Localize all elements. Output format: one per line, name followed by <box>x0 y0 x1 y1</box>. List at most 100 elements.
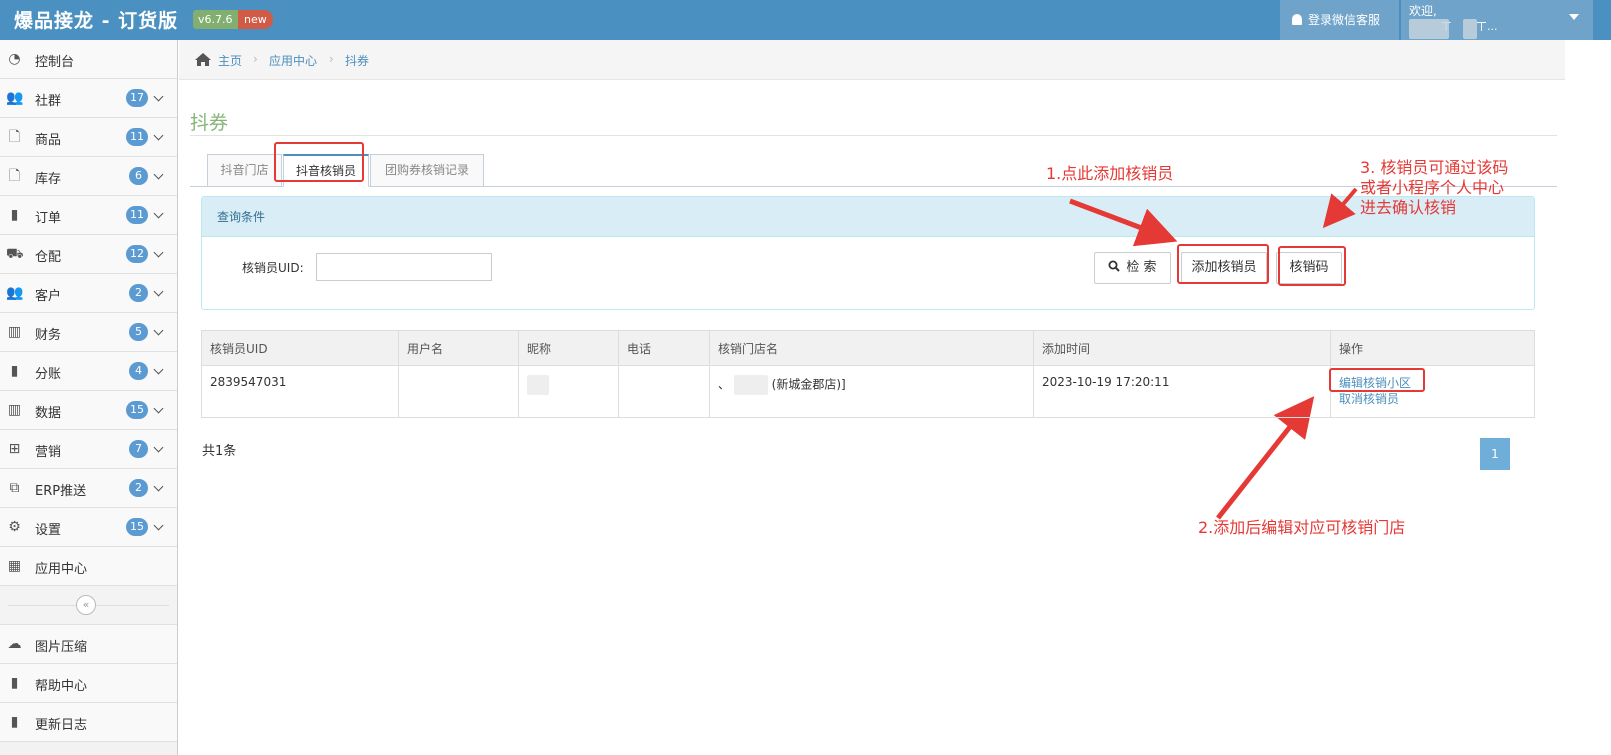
sidebar-item-label: 商品 <box>35 133 62 148</box>
table-header-row: 核销员UID 用户名 昵称 电话 核销门店名 添加时间 操作 <box>201 330 1535 366</box>
sidebar-item-label: 社群 <box>35 94 62 109</box>
sidebar-count-badge: 11 <box>126 206 148 224</box>
book-icon: ▮ <box>10 675 19 691</box>
users-icon: 👥 <box>6 285 24 301</box>
sidebar-item-label: 图片压缩 <box>35 640 88 655</box>
chevron-down-icon <box>153 364 164 375</box>
chevron-down-icon <box>153 169 164 180</box>
sidebar-count-badge: 2 <box>129 284 148 302</box>
sidebar-count-badge: 6 <box>129 167 148 185</box>
sidebar-item-label: 营销 <box>35 445 62 460</box>
gift-icon: ⊞ <box>8 441 21 457</box>
sidebar-item[interactable]: ▮ 更新日志 <box>0 703 177 742</box>
sidebar-item-label: 客户 <box>35 289 62 304</box>
annotation-step3-line2: 或者小程序个人中心 <box>1360 178 1505 197</box>
annotation-box-edit <box>1329 368 1425 392</box>
sidebar-item[interactable]: ⧉ ERP推送 2 <box>0 469 177 508</box>
chevron-down-icon <box>153 442 164 453</box>
bar-chart-icon: ▥ <box>7 402 22 418</box>
sidebar-collapse-row: « <box>0 586 177 625</box>
search-icon <box>1108 260 1121 272</box>
sidebar-item[interactable]: 🗋 商品 11 <box>0 118 177 157</box>
tab-douyin-store[interactable]: 抖音门店 <box>207 154 282 187</box>
sidebar-item[interactable]: ☁ 图片压缩 <box>0 625 177 664</box>
col-uid: 核销员UID <box>201 330 399 366</box>
sidebar-item[interactable]: ▮ 订单 11 <box>0 196 177 235</box>
sidebar-item[interactable]: ▥ 财务 5 <box>0 313 177 352</box>
sidebar-item[interactable]: 👥 客户 2 <box>0 274 177 313</box>
file-icon: 🗋 <box>8 129 21 145</box>
pagination-page[interactable]: 1 <box>1480 438 1510 470</box>
sidebar-item-label: 更新日志 <box>35 718 88 733</box>
tab-coupon-records[interactable]: 团购券核销记录 <box>370 154 484 187</box>
sidebar-item[interactable]: ⛟ 仓配 12 <box>0 235 177 274</box>
sidebar-item[interactable]: ◔ 控制台 <box>0 40 177 79</box>
book-icon: ▮ <box>10 714 19 730</box>
col-actions: 操作 <box>1330 330 1535 366</box>
chevron-down-icon <box>153 247 164 258</box>
chevron-down-icon <box>1569 14 1579 20</box>
welcome-text: 欢迎, <box>1409 4 1437 18</box>
book-icon: ▮ <box>10 363 19 379</box>
col-phone: 电话 <box>618 330 710 366</box>
sidebar-item[interactable]: ▦ 应用中心 <box>0 547 177 586</box>
gears-icon: ⚙ <box>8 519 21 535</box>
dashboard-icon: ◔ <box>8 51 21 67</box>
sidebar-item[interactable]: 🗋 库存 6 <box>0 157 177 196</box>
copy-icon: ⧉ <box>9 480 20 496</box>
annotation-step3-line3: 进去确认核销 <box>1360 198 1457 217</box>
annotation-step1: 1.点此添加核销员 <box>1046 164 1174 183</box>
page-scrollbar-area <box>1565 40 1611 755</box>
sidebar-item-label: 分账 <box>35 367 62 382</box>
chevron-down-icon <box>153 91 164 102</box>
breadcrumb-separator: › <box>329 52 334 66</box>
sidebar-count-badge: 15 <box>126 401 148 419</box>
uid-label: 核销员UID: <box>242 261 304 275</box>
username-blur <box>1409 19 1449 39</box>
sidebar-item[interactable]: ▮ 分账 4 <box>0 352 177 391</box>
chevron-down-icon <box>153 130 164 141</box>
sidebar-item-label: 帮助中心 <box>35 679 88 694</box>
chevron-down-icon <box>153 481 164 492</box>
collapse-sidebar-button[interactable]: « <box>76 595 96 615</box>
cell-nickname <box>518 365 619 418</box>
annotation-step2: 2.添加后编辑对应可核销门店 <box>1198 518 1406 537</box>
user-menu[interactable]: 欢迎, ㄒ ㄒ... <box>1401 0 1593 40</box>
sidebar-item-label: 库存 <box>35 172 62 187</box>
home-icon <box>195 53 211 66</box>
col-username: 用户名 <box>398 330 519 366</box>
sidebar-item-label: 应用中心 <box>35 562 88 577</box>
total-count: 共1条 <box>202 444 237 459</box>
sidebar-item[interactable]: 👥 社群 17 <box>0 79 177 118</box>
truck-icon: ⛟ <box>6 246 24 262</box>
divider <box>190 135 1557 136</box>
sidebar-item[interactable]: ▥ 数据 15 <box>0 391 177 430</box>
sidebar-count-badge: 15 <box>126 518 148 536</box>
breadcrumb-home[interactable]: 主页 <box>218 52 242 69</box>
search-button[interactable]: 检 索 <box>1094 252 1171 284</box>
sidebar-item[interactable]: ▮ 帮助中心 <box>0 664 177 703</box>
users-icon: 👥 <box>6 90 24 106</box>
breadcrumb-app-center[interactable]: 应用中心 <box>269 52 317 69</box>
cell-uid: 2839547031 <box>201 365 399 418</box>
uid-input[interactable] <box>316 253 492 281</box>
sidebar-item-label: 仓配 <box>35 250 62 265</box>
new-badge: new <box>238 10 273 29</box>
sidebar-count-badge: 4 <box>129 362 148 380</box>
username-blur-2 <box>1463 19 1477 39</box>
app-title[interactable]: 爆品接龙 - 订货版 <box>14 6 178 33</box>
topbar-edge <box>1593 0 1611 40</box>
cancel-verifier-link[interactable]: 取消核销员 <box>1339 391 1534 407</box>
sidebar-item[interactable]: ⚙ 设置 15 <box>0 508 177 547</box>
bar-chart-icon: ▥ <box>7 324 22 340</box>
sidebar-item[interactable]: ⊞ 营销 7 <box>0 430 177 469</box>
search-label: 检 索 <box>1126 260 1157 275</box>
sidebar-count-badge: 12 <box>126 245 148 263</box>
wechat-service-button[interactable]: 登录微信客服 <box>1280 0 1399 40</box>
breadcrumb: 主页 › 应用中心 › 抖券 <box>179 40 1565 80</box>
version-badge: v6.7.6 <box>193 10 238 29</box>
col-store: 核销门店名 <box>709 330 1034 366</box>
top-navbar: 爆品接龙 - 订货版 v6.7.6 new 登录微信客服 欢迎, ㄒ ㄒ... <box>0 0 1611 40</box>
sidebar-item-label: ERP推送 <box>35 484 87 499</box>
chevron-down-icon <box>153 520 164 531</box>
